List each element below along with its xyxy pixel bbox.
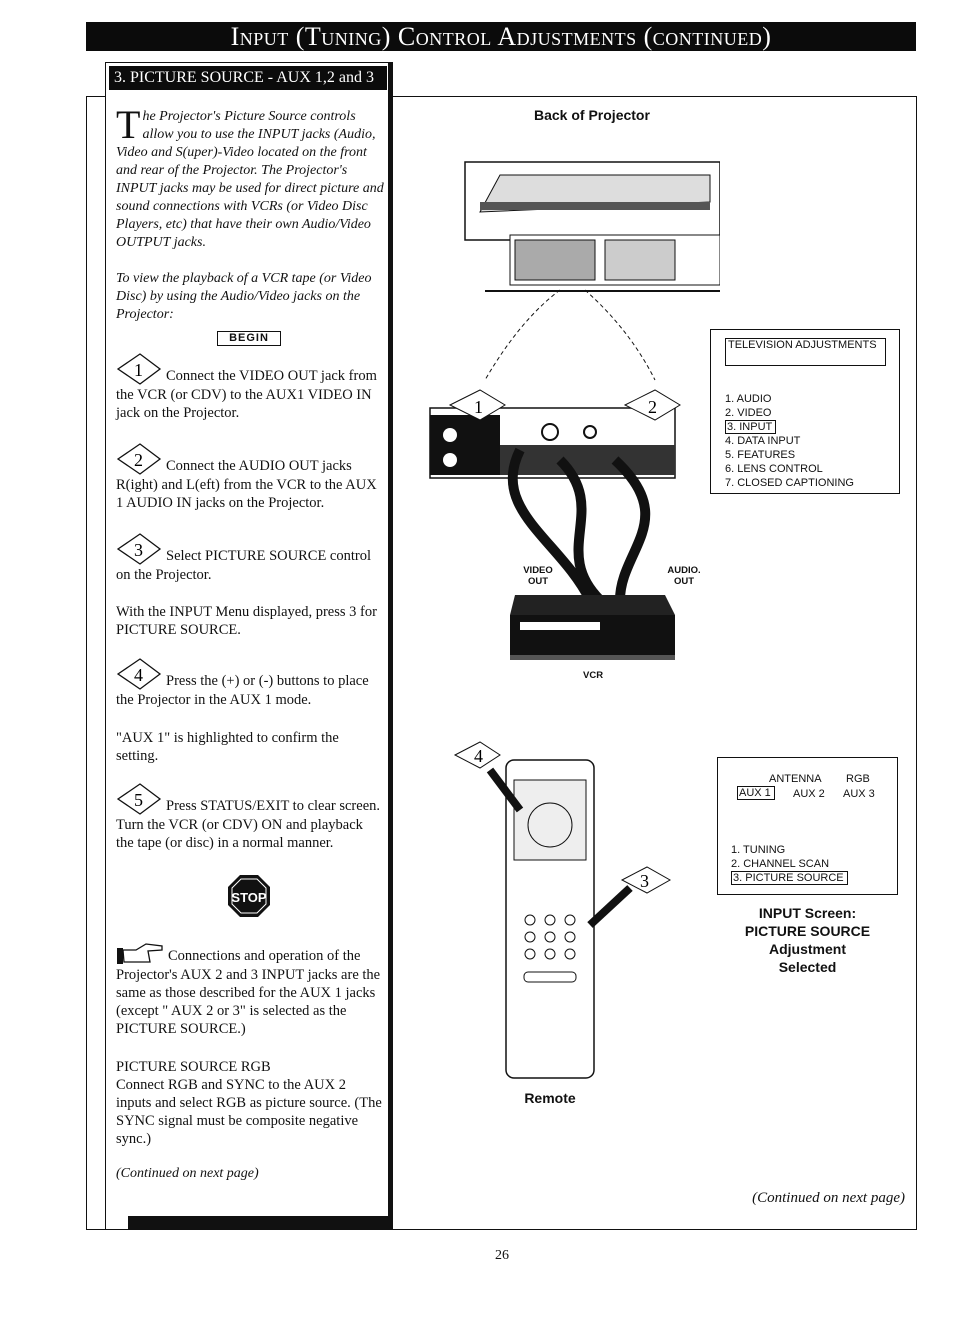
continued-left: (Continued on next page) xyxy=(116,1166,259,1181)
tv-menu-title: TELEVISION ADJUSTMENTS xyxy=(725,338,886,366)
step-2-chevron-icon: 2 xyxy=(116,443,162,475)
rgb-text: Connect RGB and SYNC to the AUX 2 inputs… xyxy=(116,1077,382,1147)
svg-text:2: 2 xyxy=(134,450,143,470)
section-title: 3. PICTURE SOURCE - AUX 1,2 and 3 xyxy=(109,66,387,90)
begin-label: BEGIN xyxy=(217,331,281,346)
television-adjustments-screen: TELEVISION ADJUSTMENTS 1. AUDIO 2. VIDEO… xyxy=(710,329,900,494)
menu-item-video: 2. VIDEO xyxy=(725,407,772,419)
vcr-illustration xyxy=(510,595,675,660)
svg-text:5: 5 xyxy=(134,790,143,810)
step-2: 2 Connect the AUDIO OUT jacks R(ight) and… xyxy=(116,442,384,512)
vcr-label: VCR xyxy=(583,670,604,681)
drop-cap: T xyxy=(116,102,141,147)
svg-text:2: 2 xyxy=(648,397,657,417)
continued-right: (Continued on next page) xyxy=(752,1190,905,1206)
source-aux3: AUX 3 xyxy=(843,788,875,800)
menu-item-channel-scan: 2. CHANNEL SCAN xyxy=(731,858,830,870)
intro-paragraph: The Projector's Picture Source controls … xyxy=(116,102,384,252)
svg-text:4: 4 xyxy=(474,746,483,766)
svg-text:4: 4 xyxy=(134,665,143,685)
step-4-chevron-icon: 4 xyxy=(116,658,162,690)
manual-page: Input (Tuning) Control Adjustments (cont… xyxy=(0,0,954,1331)
step-1-chevron-icon: 1 xyxy=(116,353,162,385)
menu-item-tuning: 1. TUNING xyxy=(731,844,786,856)
svg-text:1: 1 xyxy=(134,360,143,380)
audio-out-label: AUDIO. OUT xyxy=(667,565,701,587)
menu-item-closed-captioning: 7. CLOSED CAPTIONING xyxy=(725,477,854,489)
rgb-title: PICTURE SOURCE RGB xyxy=(116,1059,271,1075)
step-3: 3 Select PICTURE SOURCE control on the Pr… xyxy=(116,532,384,584)
source-aux2: AUX 2 xyxy=(793,788,825,800)
input-screen-caption: INPUT Screen: PICTURE SOURCE Adjustment Sel… xyxy=(744,905,871,975)
step-5-chevron-icon: 5 xyxy=(116,783,162,815)
menu-item-lens-control: 6. LENS CONTROL xyxy=(725,463,823,475)
menu-item-picture-source-selected: 3. PICTURE SOURCE xyxy=(731,871,848,885)
menu-item-audio: 1. AUDIO xyxy=(725,393,772,405)
intro-text: he Projector's Picture Source controls a… xyxy=(116,109,384,250)
step-4-note: "AUX 1" is highlighted to confirm the se… xyxy=(116,730,339,764)
remote-illustration: 4 3 xyxy=(453,741,672,1079)
svg-text:3: 3 xyxy=(640,871,649,891)
step-4-callout: 4 xyxy=(453,741,501,769)
left-panel-footer-bar xyxy=(128,1216,393,1230)
projector-back-illustration xyxy=(464,161,720,292)
svg-text:STOP: STOP xyxy=(231,890,266,905)
pointing-hand-icon xyxy=(117,943,163,964)
antenna-label: ANTENNA xyxy=(769,773,822,785)
page-number: 26 xyxy=(495,1248,509,1263)
menu-item-features: 5. FEATURES xyxy=(725,449,796,461)
note-paragraph: Connections and operation of the Project… xyxy=(116,940,384,1038)
back-of-projector-title: Back of Projector xyxy=(534,107,650,123)
menu-item-input-selected: 3. INPUT xyxy=(725,420,777,434)
page-header: Input (Tuning) Control Adjustments (cont… xyxy=(86,22,916,51)
svg-text:3: 3 xyxy=(134,540,143,560)
video-out-label: VIDEO OUT xyxy=(523,565,553,587)
menu-item-data-input: 4. DATA INPUT xyxy=(725,435,801,447)
input-screen: ANTENNA RGB AUX 1 AUX 2 AUX 3 1. TUNING … xyxy=(717,757,898,895)
view-instructions: To view the playback of a VCR tape (or V… xyxy=(116,271,372,322)
stop-sign-icon: STOP xyxy=(227,874,271,918)
step-3-note: With the INPUT Menu displayed, press 3 f… xyxy=(116,604,377,638)
remote-label: Remote xyxy=(524,1090,576,1106)
source-aux1-selected: AUX 1 xyxy=(737,786,775,800)
connection-diagram: 1 2 xyxy=(429,161,720,660)
step-4: 4 Press the (+) or (-) buttons to place t… xyxy=(116,657,384,709)
input-menu-list: 1. TUNING 2. CHANNEL SCAN 3. PICTURE SOU… xyxy=(731,843,848,885)
step-1: 1 Connect the VIDEO OUT jack from the VCR… xyxy=(116,352,384,422)
svg-text:1: 1 xyxy=(474,397,483,417)
step-5: 5 Press STATUS/EXIT to clear screen. Turn… xyxy=(116,782,384,852)
step-3-chevron-icon: 3 xyxy=(116,533,162,565)
rgb-label: RGB xyxy=(846,773,870,785)
tv-menu-list: 1. AUDIO 2. VIDEO 3. INPUT 4. DATA INPUT… xyxy=(725,392,854,490)
jack-panel-closeup xyxy=(429,407,676,479)
